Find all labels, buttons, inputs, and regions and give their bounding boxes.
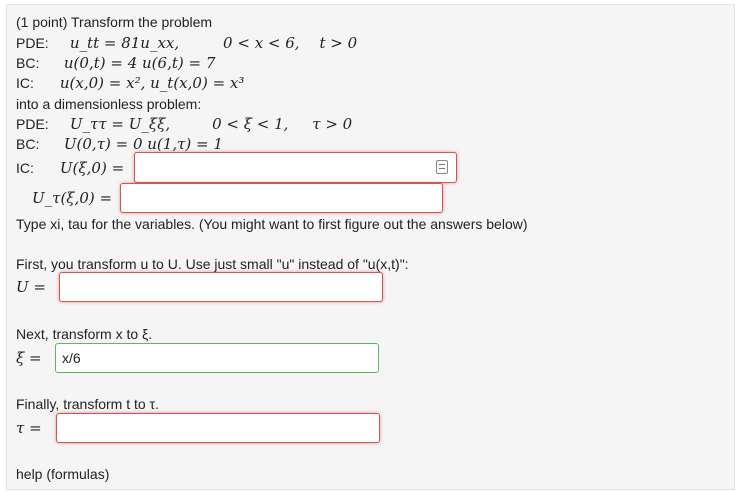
step1-text: First, you transform u to U. Use just sm…	[16, 256, 409, 272]
step3-lhs: τ =	[16, 419, 42, 437]
bc-row: BC: u(0,t) = 4 u(6,t) = 7	[16, 54, 215, 72]
problem-title: (1 point) Transform the problem	[16, 14, 213, 30]
ic2-answer-input[interactable]	[134, 152, 457, 183]
step1-lhs: U =	[16, 278, 46, 296]
xi-transform-input[interactable]: x/6	[55, 343, 379, 373]
ic-equation: u(x,0) = x², u_t(x,0) = x³	[59, 74, 245, 92]
into-text: into a dimensionless problem:	[16, 96, 202, 112]
pde-label: PDE:	[16, 35, 49, 51]
pde2-equation: U_ττ = U_ξξ,	[69, 115, 171, 133]
pde2-row: PDE: U_ττ = U_ξξ, 0 < ξ < 1, τ > 0	[16, 115, 352, 133]
bc2-equation: U(0,τ) = 0 u(1,τ) = 1	[63, 135, 223, 153]
step3-text: Finally, transform t to τ.	[16, 396, 159, 412]
ic2t-answer-input[interactable]	[120, 183, 443, 213]
pde-equation: u_tt = 81u_xx,	[69, 34, 180, 52]
pde2-domain: 0 < ξ < 1,	[212, 115, 289, 133]
step2-lhs: ξ =	[16, 349, 42, 367]
bc-equation: u(0,t) = 4 u(6,t) = 7	[63, 54, 216, 72]
bc2-row: BC: U(0,τ) = 0 u(1,τ) = 1	[16, 135, 223, 153]
help-formulas-link[interactable]: help (formulas)	[16, 465, 109, 483]
pde2-label: PDE:	[16, 116, 49, 132]
pde-row: PDE: u_tt = 81u_xx, 0 < x < 6, t > 0	[16, 34, 357, 52]
ic2-row: IC: U(ξ,0) =	[16, 159, 124, 177]
ic2t-row: U_τ(ξ,0) =	[32, 189, 112, 207]
ic2-label: IC:	[16, 160, 34, 176]
pde-domain: 0 < x < 6,	[223, 34, 300, 52]
ic-row: IC: u(x,0) = x², u_t(x,0) = x³	[16, 74, 244, 92]
equation-editor-icon[interactable]	[436, 160, 448, 174]
tau-transform-input[interactable]	[56, 413, 380, 443]
ic2t-lhs: U_τ(ξ,0) =	[32, 189, 113, 207]
pde-time: t > 0	[319, 34, 358, 52]
ic2-lhs: U(ξ,0) =	[59, 159, 125, 177]
step2-text: Next, transform x to ξ.	[16, 326, 153, 342]
type-note: Type xi, tau for the variables. (You mig…	[16, 216, 528, 232]
u-transform-input[interactable]	[59, 272, 383, 302]
bc-label: BC:	[16, 55, 40, 71]
pde2-time: τ > 0	[312, 115, 353, 133]
ic-label: IC:	[16, 75, 34, 91]
bc2-label: BC:	[16, 136, 40, 152]
